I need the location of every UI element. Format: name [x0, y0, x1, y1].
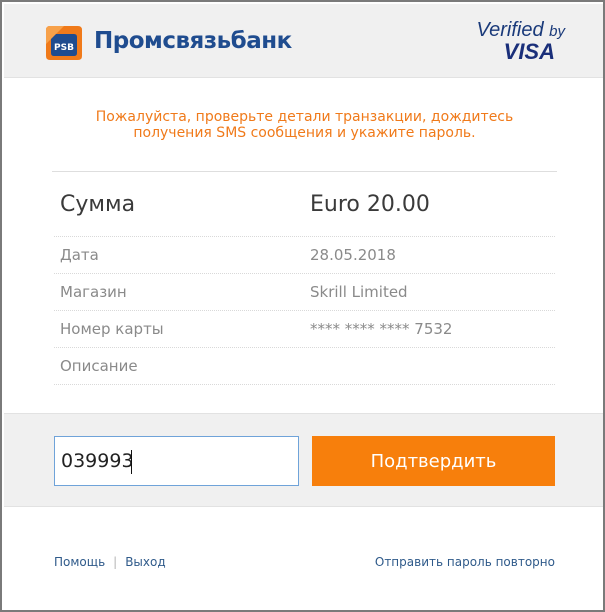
- card-number-label: Номер карты: [60, 320, 164, 338]
- verified-by-visa-logo: Verified by VISA: [477, 20, 565, 63]
- footer-separator: |: [113, 555, 118, 569]
- footer: Помощь | Выход Отправить пароль повторно: [54, 555, 555, 569]
- date-label: Дата: [60, 246, 99, 264]
- psb-logo-icon: PSB: [44, 22, 84, 60]
- verified-text: Verified: [476, 19, 544, 41]
- date-value: 28.05.2018: [310, 246, 396, 264]
- bank-name: Промсвязьбанк: [94, 28, 292, 54]
- password-form: Подтвердить: [4, 413, 603, 507]
- transaction-notice: Пожалуйста, проверьте детали транзакции,…: [62, 109, 547, 141]
- merchant-label: Магазин: [60, 283, 127, 301]
- confirm-button[interactable]: Подтвердить: [312, 436, 555, 486]
- description-label: Описание: [60, 357, 138, 375]
- amount-label: Сумма: [60, 191, 136, 217]
- merchant-value: Skrill Limited: [310, 283, 408, 301]
- page-frame: PSB Промсвязьбанк Verified by VISA Пожал…: [0, 0, 605, 612]
- resend-password-link[interactable]: Отправить пароль повторно: [375, 555, 555, 569]
- visa-text: VISA: [503, 39, 555, 64]
- notice-line-1: Пожалуйста, проверьте детали транзакции,…: [95, 109, 514, 125]
- bank-logo: PSB Промсвязьбанк: [44, 22, 292, 60]
- amount-value: Euro 20.00: [310, 191, 430, 217]
- description-row: Описание: [54, 348, 555, 385]
- sms-code-input[interactable]: [54, 436, 299, 486]
- header: PSB Промсвязьбанк Verified by VISA: [4, 4, 603, 78]
- card-number-row: Номер карты **** **** **** 7532: [54, 311, 555, 348]
- exit-link[interactable]: Выход: [125, 555, 165, 569]
- date-row: Дата 28.05.2018: [54, 237, 555, 274]
- transaction-details: Сумма Euro 20.00 Дата 28.05.2018 Магазин…: [54, 172, 555, 385]
- svg-text:PSB: PSB: [54, 43, 74, 53]
- card-number-value: **** **** **** 7532: [310, 320, 453, 338]
- by-text: by: [549, 23, 565, 40]
- merchant-row: Магазин Skrill Limited: [54, 274, 555, 311]
- text-cursor: [131, 450, 132, 474]
- notice-line-2: получения SMS сообщения и укажите пароль…: [133, 125, 476, 141]
- help-link[interactable]: Помощь: [54, 555, 105, 569]
- amount-row: Сумма Euro 20.00: [54, 172, 555, 237]
